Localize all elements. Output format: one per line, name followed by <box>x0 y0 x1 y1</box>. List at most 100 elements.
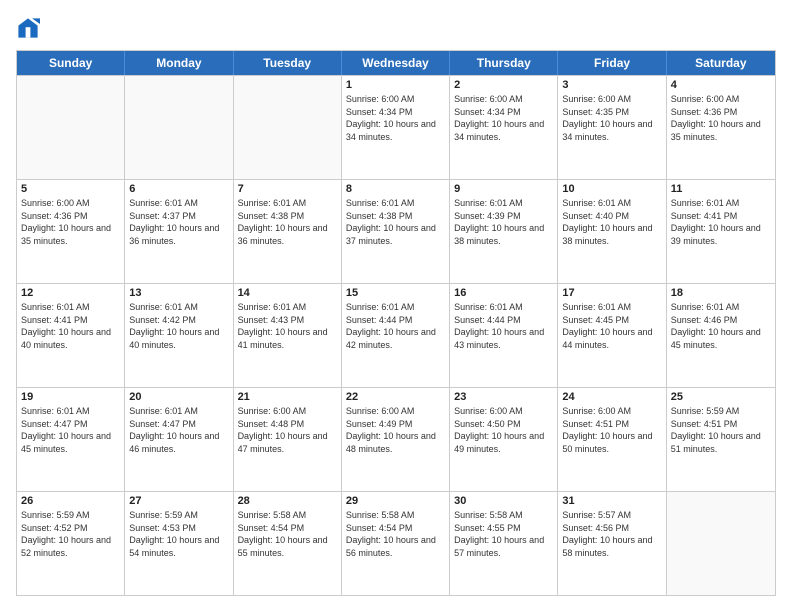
calendar: SundayMondayTuesdayWednesdayThursdayFrid… <box>16 50 776 596</box>
day-number: 7 <box>238 183 337 195</box>
day-info: Sunrise: 5:57 AMSunset: 4:56 PMDaylight:… <box>562 509 661 559</box>
week-row-1: 1 Sunrise: 6:00 AMSunset: 4:34 PMDaylight… <box>17 75 775 179</box>
day-info: Sunrise: 6:01 AMSunset: 4:44 PMDaylight:… <box>454 301 553 351</box>
day-cell: 25 Sunrise: 5:59 AMSunset: 4:51 PMDayligh… <box>667 388 775 491</box>
logo-icon <box>16 16 40 40</box>
day-cell: 13Sunrise: 6:01 AMSunset: 4:42 PMDayligh… <box>125 284 233 387</box>
day-info: Sunrise: 5:59 AMSunset: 4:53 PMDaylight:… <box>129 509 228 559</box>
day-number: 5 <box>21 183 120 195</box>
day-header-thursday: Thursday <box>450 51 558 75</box>
header <box>16 16 776 40</box>
day-cell: 15Sunrise: 6:01 AMSunset: 4:44 PMDayligh… <box>342 284 450 387</box>
day-info: Sunrise: 6:00 AMSunset: 4:51 PMDaylight:… <box>562 405 661 455</box>
day-info: Sunrise: 5:59 AMSunset: 4:51 PMDaylight:… <box>671 405 771 455</box>
day-cell: 2Sunrise: 6:00 AMSunset: 4:34 PMDaylight… <box>450 76 558 179</box>
day-info: Sunrise: 6:00 AMSunset: 4:36 PMDaylight:… <box>21 197 120 247</box>
day-number: 6 <box>129 183 228 195</box>
day-cell: 4Sunrise: 6:00 AMSunset: 4:36 PMDaylight… <box>667 76 775 179</box>
page: SundayMondayTuesdayWednesdayThursdayFrid… <box>0 0 792 612</box>
week-row-2: 5 Sunrise: 6:00 AMSunset: 4:36 PMDaylight… <box>17 179 775 283</box>
day-info: Sunrise: 6:00 AMSunset: 4:36 PMDaylight:… <box>671 93 771 143</box>
day-cell: 16 Sunrise: 6:01 AMSunset: 4:44 PMDayligh… <box>450 284 558 387</box>
week-row-5: 26 Sunrise: 5:59 AMSunset: 4:52 PMDayligh… <box>17 491 775 595</box>
day-number: 22 <box>346 391 445 403</box>
day-info: Sunrise: 6:00 AMSunset: 4:49 PMDaylight:… <box>346 405 445 455</box>
day-number: 12 <box>21 287 120 299</box>
day-cell <box>17 76 125 179</box>
day-headers-row: SundayMondayTuesdayWednesdayThursdayFrid… <box>17 51 775 75</box>
day-number: 9 <box>454 183 553 195</box>
day-cell: 1 Sunrise: 6:00 AMSunset: 4:34 PMDaylight… <box>342 76 450 179</box>
day-info: Sunrise: 6:01 AMSunset: 4:37 PMDaylight:… <box>129 197 228 247</box>
day-number: 24 <box>562 391 661 403</box>
day-cell: 30 Sunrise: 5:58 AMSunset: 4:55 PMDayligh… <box>450 492 558 595</box>
day-info: Sunrise: 6:01 AMSunset: 4:47 PMDaylight:… <box>21 405 120 455</box>
day-cell: 12Sunrise: 6:01 AMSunset: 4:41 PMDayligh… <box>17 284 125 387</box>
day-info: Sunrise: 6:00 AMSunset: 4:34 PMDaylight:… <box>346 93 445 143</box>
day-cell: 6 Sunrise: 6:01 AMSunset: 4:37 PMDaylight… <box>125 180 233 283</box>
day-number: 16 <box>454 287 553 299</box>
day-number: 25 <box>671 391 771 403</box>
day-info: Sunrise: 6:00 AMSunset: 4:35 PMDaylight:… <box>562 93 661 143</box>
day-info: Sunrise: 6:01 AMSunset: 4:38 PMDaylight:… <box>238 197 337 247</box>
day-cell: 18 Sunrise: 6:01 AMSunset: 4:46 PMDayligh… <box>667 284 775 387</box>
day-info: Sunrise: 5:58 AMSunset: 4:55 PMDaylight:… <box>454 509 553 559</box>
day-cell <box>234 76 342 179</box>
week-row-3: 12Sunrise: 6:01 AMSunset: 4:41 PMDayligh… <box>17 283 775 387</box>
day-cell: 8 Sunrise: 6:01 AMSunset: 4:38 PMDaylight… <box>342 180 450 283</box>
day-number: 11 <box>671 183 771 195</box>
day-header-friday: Friday <box>558 51 666 75</box>
day-cell: 19Sunrise: 6:01 AMSunset: 4:47 PMDayligh… <box>17 388 125 491</box>
day-number: 2 <box>454 79 553 91</box>
day-number: 27 <box>129 495 228 507</box>
day-cell: 10 Sunrise: 6:01 AMSunset: 4:40 PMDayligh… <box>558 180 666 283</box>
day-cell <box>667 492 775 595</box>
day-cell: 7 Sunrise: 6:01 AMSunset: 4:38 PMDaylight… <box>234 180 342 283</box>
day-header-monday: Monday <box>125 51 233 75</box>
day-cell: 27 Sunrise: 5:59 AMSunset: 4:53 PMDayligh… <box>125 492 233 595</box>
day-cell: 24 Sunrise: 6:00 AMSunset: 4:51 PMDayligh… <box>558 388 666 491</box>
day-cell: 28 Sunrise: 5:58 AMSunset: 4:54 PMDayligh… <box>234 492 342 595</box>
day-number: 26 <box>21 495 120 507</box>
day-cell: 22 Sunrise: 6:00 AMSunset: 4:49 PMDayligh… <box>342 388 450 491</box>
day-number: 21 <box>238 391 337 403</box>
day-info: Sunrise: 6:01 AMSunset: 4:44 PMDaylight:… <box>346 301 445 351</box>
day-number: 31 <box>562 495 661 507</box>
day-number: 14 <box>238 287 337 299</box>
day-number: 29 <box>346 495 445 507</box>
day-number: 30 <box>454 495 553 507</box>
day-number: 8 <box>346 183 445 195</box>
day-info: Sunrise: 6:01 AMSunset: 4:45 PMDaylight:… <box>562 301 661 351</box>
day-header-sunday: Sunday <box>17 51 125 75</box>
day-cell: 3Sunrise: 6:00 AMSunset: 4:35 PMDaylight… <box>558 76 666 179</box>
day-cell: 31 Sunrise: 5:57 AMSunset: 4:56 PMDayligh… <box>558 492 666 595</box>
day-info: Sunrise: 5:59 AMSunset: 4:52 PMDaylight:… <box>21 509 120 559</box>
day-cell: 20 Sunrise: 6:01 AMSunset: 4:47 PMDayligh… <box>125 388 233 491</box>
day-info: Sunrise: 6:01 AMSunset: 4:40 PMDaylight:… <box>562 197 661 247</box>
day-number: 23 <box>454 391 553 403</box>
day-info: Sunrise: 6:01 AMSunset: 4:39 PMDaylight:… <box>454 197 553 247</box>
day-info: Sunrise: 6:00 AMSunset: 4:48 PMDaylight:… <box>238 405 337 455</box>
day-header-wednesday: Wednesday <box>342 51 450 75</box>
day-info: Sunrise: 6:00 AMSunset: 4:50 PMDaylight:… <box>454 405 553 455</box>
day-cell <box>125 76 233 179</box>
day-info: Sunrise: 6:01 AMSunset: 4:47 PMDaylight:… <box>129 405 228 455</box>
day-info: Sunrise: 6:01 AMSunset: 4:38 PMDaylight:… <box>346 197 445 247</box>
day-cell: 21 Sunrise: 6:00 AMSunset: 4:48 PMDayligh… <box>234 388 342 491</box>
day-info: Sunrise: 5:58 AMSunset: 4:54 PMDaylight:… <box>238 509 337 559</box>
day-cell: 17 Sunrise: 6:01 AMSunset: 4:45 PMDayligh… <box>558 284 666 387</box>
weeks-container: 1 Sunrise: 6:00 AMSunset: 4:34 PMDaylight… <box>17 75 775 595</box>
day-number: 10 <box>562 183 661 195</box>
day-number: 28 <box>238 495 337 507</box>
day-cell: 29 Sunrise: 5:58 AMSunset: 4:54 PMDayligh… <box>342 492 450 595</box>
day-cell: 26 Sunrise: 5:59 AMSunset: 4:52 PMDayligh… <box>17 492 125 595</box>
week-row-4: 19Sunrise: 6:01 AMSunset: 4:47 PMDayligh… <box>17 387 775 491</box>
day-info: Sunrise: 6:01 AMSunset: 4:41 PMDaylight:… <box>671 197 771 247</box>
day-number: 20 <box>129 391 228 403</box>
day-number: 18 <box>671 287 771 299</box>
day-number: 1 <box>346 79 445 91</box>
day-info: Sunrise: 6:01 AMSunset: 4:46 PMDaylight:… <box>671 301 771 351</box>
day-number: 17 <box>562 287 661 299</box>
day-cell: 23 Sunrise: 6:00 AMSunset: 4:50 PMDayligh… <box>450 388 558 491</box>
day-info: Sunrise: 5:58 AMSunset: 4:54 PMDaylight:… <box>346 509 445 559</box>
